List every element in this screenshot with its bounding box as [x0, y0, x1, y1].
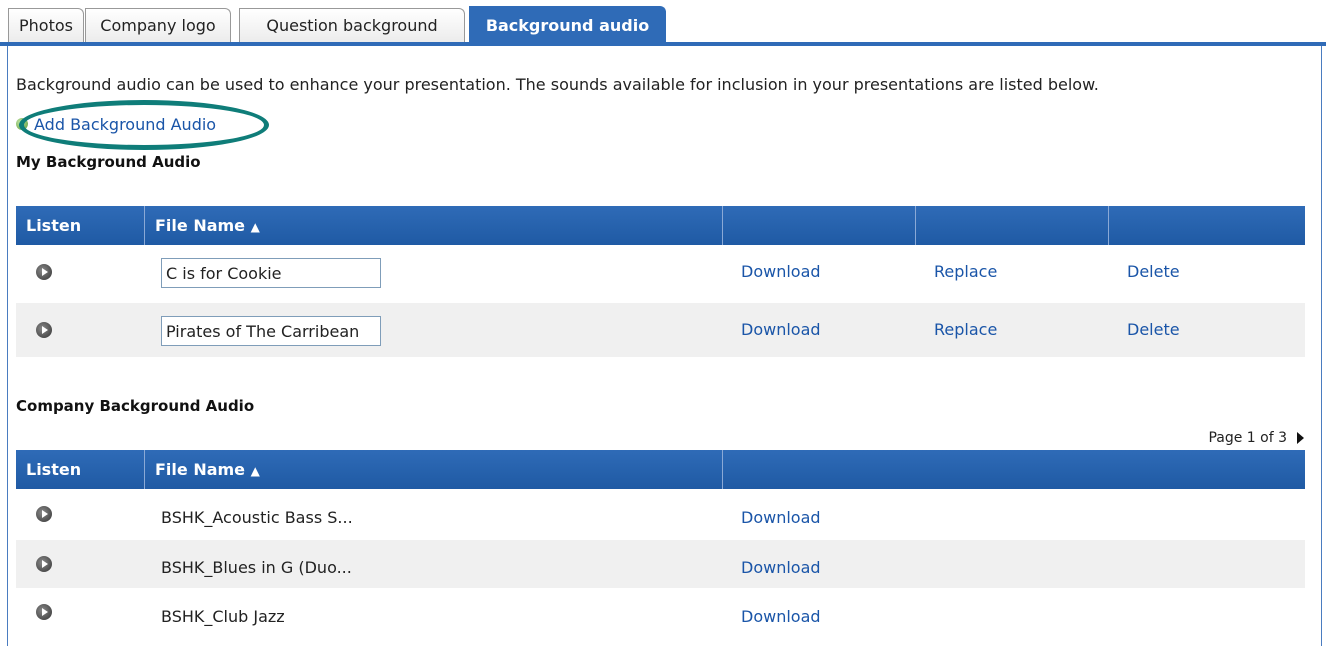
play-icon[interactable] — [36, 322, 52, 338]
header-replace-col — [916, 206, 1109, 245]
file-name: BSHK_Acoustic Bass S... — [161, 508, 353, 527]
play-icon[interactable] — [36, 264, 52, 280]
content-border-right — [1321, 46, 1322, 646]
play-icon[interactable] — [36, 506, 52, 522]
add-icon — [16, 118, 28, 130]
sort-ascending-icon: ▲ — [250, 464, 260, 478]
table-row: Download Replace Delete — [16, 303, 1305, 357]
file-name-input[interactable] — [161, 316, 381, 346]
add-background-audio-link[interactable]: Add Background Audio — [16, 113, 216, 135]
table-row: BSHK_Club Jazz Download — [16, 590, 1305, 635]
header-file-name-label: File Name — [155, 460, 246, 479]
play-icon[interactable] — [36, 556, 52, 572]
next-page-icon[interactable] — [1297, 432, 1304, 444]
header-listen: Listen — [16, 206, 145, 245]
file-name: BSHK_Club Jazz — [161, 607, 285, 626]
download-link[interactable]: Download — [731, 303, 821, 357]
file-name: BSHK_Blues in G (Duo... — [161, 558, 352, 577]
tab-photos[interactable]: Photos — [8, 8, 84, 42]
tab-bar: Photos Company logo Question background … — [0, 0, 1326, 46]
tab-background-audio[interactable]: Background audio — [469, 6, 666, 43]
play-icon[interactable] — [36, 604, 52, 620]
my-audio-header-row: Listen File Name ▲ — [16, 206, 1305, 245]
pager-label: Page 1 of 3 — [1208, 430, 1287, 446]
file-name-input[interactable] — [161, 258, 381, 288]
tab-question-background[interactable]: Question background — [239, 8, 465, 42]
header-listen: Listen — [16, 450, 145, 489]
table-row: BSHK_Acoustic Bass S... Download — [16, 489, 1305, 539]
company-audio-header-row: Listen File Name ▲ — [16, 450, 1305, 489]
delete-link[interactable]: Delete — [1117, 303, 1180, 357]
header-file-name[interactable]: File Name ▲ — [145, 206, 723, 245]
company-background-audio-title: Company Background Audio — [16, 397, 255, 415]
header-file-name-label: File Name — [155, 216, 246, 235]
header-download-col — [723, 450, 1305, 489]
header-delete-col — [1109, 206, 1305, 245]
pager: Page 1 of 3 — [1208, 430, 1304, 446]
replace-link[interactable]: Replace — [924, 303, 997, 357]
tab-underline — [0, 42, 1326, 46]
my-background-audio-title: My Background Audio — [16, 153, 201, 171]
download-link[interactable]: Download — [731, 245, 821, 299]
replace-link[interactable]: Replace — [924, 245, 997, 299]
header-download-col — [723, 206, 916, 245]
sort-ascending-icon: ▲ — [250, 220, 260, 234]
tab-company-logo[interactable]: Company logo — [85, 8, 231, 42]
download-link[interactable]: Download — [731, 540, 821, 588]
content-border-left — [7, 46, 8, 646]
download-link[interactable]: Download — [731, 489, 821, 539]
add-background-audio-label: Add Background Audio — [34, 114, 217, 134]
delete-link[interactable]: Delete — [1117, 245, 1180, 299]
table-row: BSHK_Blues in G (Duo... Download — [16, 540, 1305, 588]
header-file-name[interactable]: File Name ▲ — [145, 450, 723, 489]
download-link[interactable]: Download — [731, 590, 821, 635]
intro-text: Background audio can be used to enhance … — [16, 75, 1099, 94]
table-row: Download Replace Delete — [16, 245, 1305, 299]
